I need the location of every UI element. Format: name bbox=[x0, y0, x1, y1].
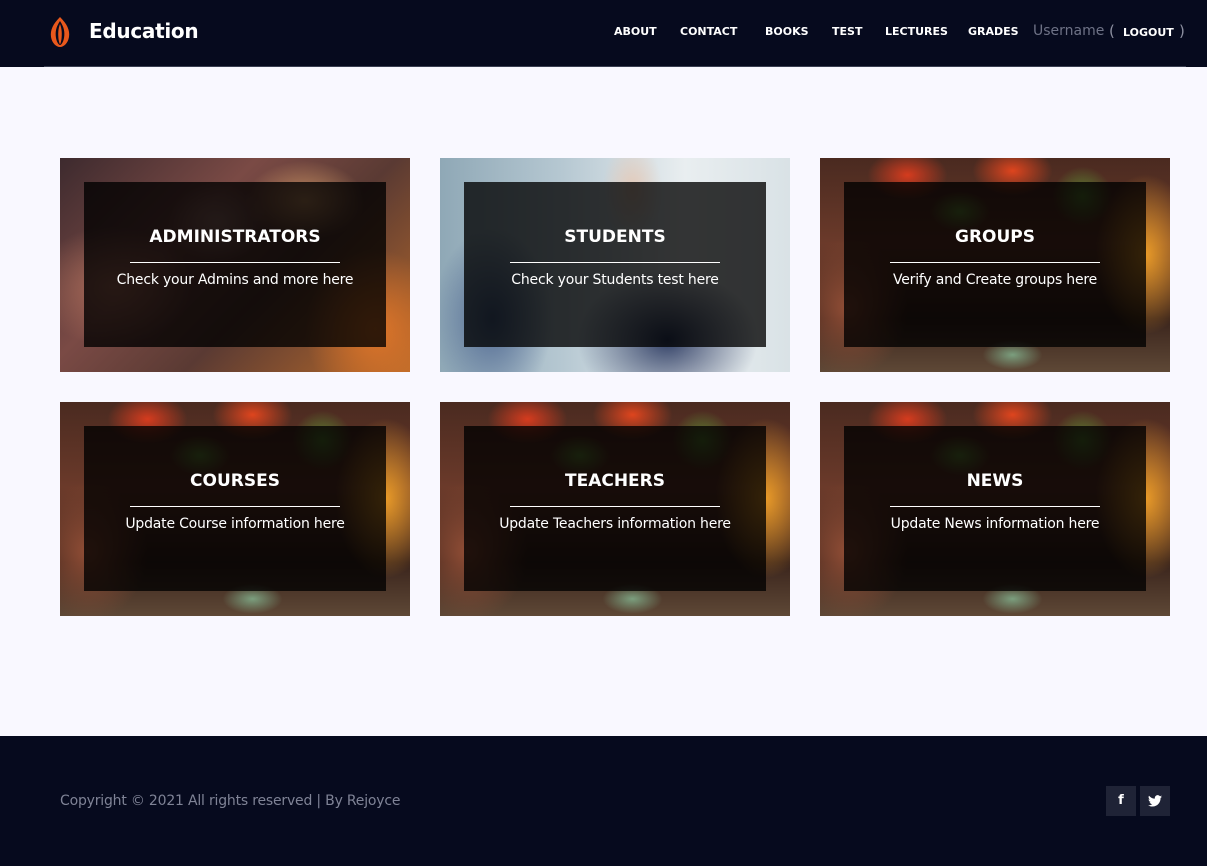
card-divider bbox=[890, 506, 1100, 507]
nav-books[interactable]: BOOKS bbox=[765, 25, 809, 38]
card-title: STUDENTS bbox=[564, 227, 666, 247]
card-description: Update News information here bbox=[890, 516, 1100, 532]
nav-grades[interactable]: GRADES bbox=[968, 25, 1019, 38]
card-overlay: TEACHERS Update Teachers information her… bbox=[464, 426, 766, 591]
nav-test[interactable]: TEST bbox=[832, 25, 862, 38]
card-courses[interactable]: COURSES Update Course information here bbox=[60, 402, 410, 616]
card-overlay: COURSES Update Course information here bbox=[84, 426, 386, 591]
card-divider bbox=[510, 506, 720, 507]
card-students[interactable]: STUDENTS Check your Students test here bbox=[440, 158, 790, 372]
twitter-icon[interactable] bbox=[1140, 786, 1170, 816]
nav-about[interactable]: ABOUT bbox=[614, 25, 657, 38]
card-description: Verify and Create groups here bbox=[892, 272, 1098, 288]
site-header: Education ABOUT CONTACT BOOKS TEST LECTU… bbox=[0, 0, 1207, 67]
card-news[interactable]: NEWS Update News information here bbox=[820, 402, 1170, 616]
card-overlay: GROUPS Verify and Create groups here bbox=[844, 182, 1146, 347]
logout-link[interactable]: LOGOUT bbox=[1123, 26, 1174, 39]
facebook-icon[interactable]: f bbox=[1106, 786, 1136, 816]
close-paren: ) bbox=[1179, 22, 1185, 40]
nav-lectures[interactable]: LECTURES bbox=[885, 25, 948, 38]
card-title: NEWS bbox=[966, 471, 1024, 491]
card-title: ADMINISTRATORS bbox=[149, 227, 321, 247]
card-divider bbox=[890, 262, 1100, 263]
card-title: COURSES bbox=[190, 471, 280, 491]
card-description: Check your Students test here bbox=[511, 272, 719, 288]
card-divider bbox=[130, 262, 340, 263]
card-title: TEACHERS bbox=[564, 471, 666, 491]
header-divider bbox=[44, 66, 1186, 67]
card-description: Update Teachers information here bbox=[499, 516, 731, 532]
card-description: Update Course information here bbox=[125, 516, 345, 532]
card-groups[interactable]: GROUPS Verify and Create groups here bbox=[820, 158, 1170, 372]
card-overlay: STUDENTS Check your Students test here bbox=[464, 182, 766, 347]
copyright-text: Copyright © 2021 All rights reserved | B… bbox=[60, 793, 401, 809]
card-description: Check your Admins and more here bbox=[116, 272, 354, 288]
site-footer: Copyright © 2021 All rights reserved | B… bbox=[0, 736, 1207, 866]
card-overlay: ADMINISTRATORS Check your Admins and mor… bbox=[84, 182, 386, 347]
nav-contact[interactable]: CONTACT bbox=[680, 25, 737, 38]
card-title: GROUPS bbox=[954, 227, 1035, 247]
brand-title[interactable]: Education bbox=[89, 19, 199, 43]
card-overlay: NEWS Update News information here bbox=[844, 426, 1146, 591]
flame-logo-icon[interactable] bbox=[44, 16, 76, 48]
card-divider bbox=[130, 506, 340, 507]
card-teachers[interactable]: TEACHERS Update Teachers information her… bbox=[440, 402, 790, 616]
open-paren: ( bbox=[1109, 22, 1115, 40]
card-divider bbox=[510, 262, 720, 263]
username-label: Username bbox=[1033, 23, 1105, 39]
card-administrators[interactable]: ADMINISTRATORS Check your Admins and mor… bbox=[60, 158, 410, 372]
